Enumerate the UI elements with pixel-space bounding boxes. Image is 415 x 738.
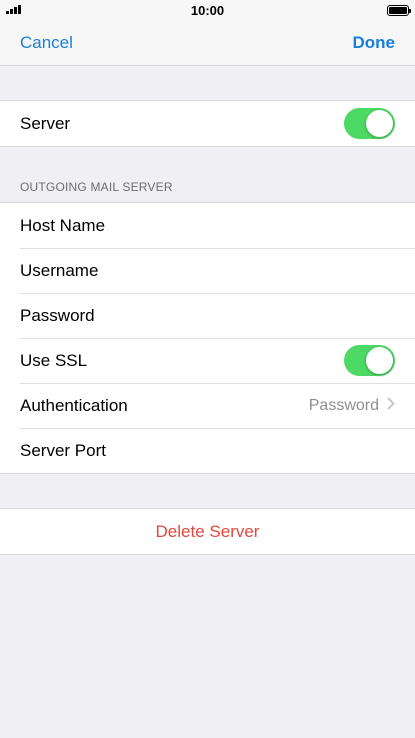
- cancel-button[interactable]: Cancel: [20, 33, 73, 53]
- server-toggle[interactable]: [344, 108, 395, 139]
- server-label: Server: [20, 113, 71, 133]
- host-name-row[interactable]: Host Name: [0, 203, 415, 248]
- toggle-knob: [366, 110, 393, 137]
- outgoing-group: Host Name Username Password Use SSL Auth…: [0, 202, 415, 474]
- host-name-label: Host Name: [20, 215, 106, 235]
- server-row: Server: [0, 101, 415, 146]
- username-row[interactable]: Username: [0, 248, 415, 293]
- authentication-label: Authentication: [20, 395, 128, 415]
- use-ssl-label: Use SSL: [20, 350, 88, 370]
- server-port-label: Server Port: [20, 440, 106, 460]
- password-row[interactable]: Password: [0, 293, 415, 338]
- server-group: Server: [0, 100, 415, 147]
- toggle-knob: [366, 347, 393, 374]
- delete-group: Delete Server: [0, 508, 415, 555]
- done-button[interactable]: Done: [353, 33, 396, 53]
- chevron-right-icon: [387, 396, 395, 415]
- username-label: Username: [20, 260, 99, 280]
- status-bar: 10:00: [0, 0, 415, 22]
- use-ssl-row: Use SSL: [0, 338, 415, 383]
- status-time: 10:00: [190, 3, 225, 18]
- delete-server-button[interactable]: Delete Server: [0, 509, 415, 554]
- outgoing-header: OUTGOING MAIL SERVER: [20, 180, 173, 194]
- authentication-row[interactable]: Authentication Password: [0, 383, 415, 428]
- use-ssl-toggle[interactable]: [344, 345, 395, 376]
- server-port-row[interactable]: Server Port: [0, 428, 415, 473]
- battery-icon: [387, 5, 411, 16]
- nav-bar: Cancel Done: [0, 22, 415, 66]
- section-header: OUTGOING MAIL SERVER: [0, 147, 415, 202]
- authentication-detail: Password: [309, 397, 395, 415]
- password-label: Password: [20, 305, 95, 325]
- authentication-value: Password: [308, 396, 379, 414]
